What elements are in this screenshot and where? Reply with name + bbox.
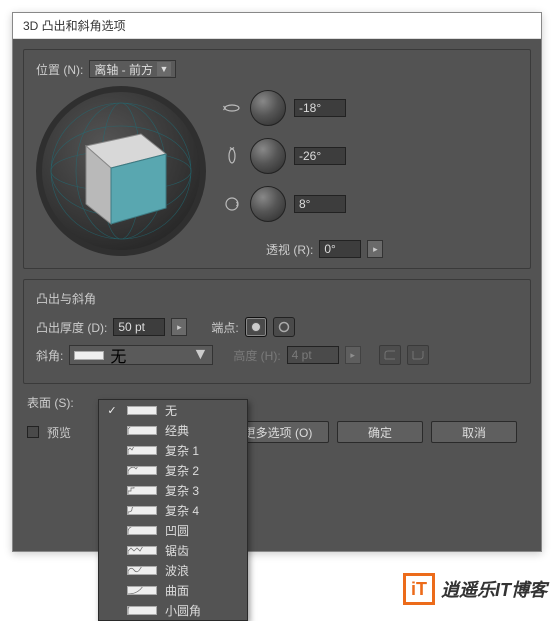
preview-label: 预览 [47,424,71,441]
cube-preview-icon [46,96,196,246]
bevel-option[interactable]: ✓无 [99,400,247,420]
bevel-in-button [379,345,401,365]
position-select[interactable]: 离轴 - 前方 ▼ [89,60,176,78]
rotate-x-value[interactable]: -18° [294,99,346,117]
bevel-option[interactable]: 锯齿 [99,540,247,560]
bevel-option[interactable]: 复杂 3 [99,480,247,500]
bevel-label: 斜角: [36,347,63,364]
bevel-shape-icon [127,506,157,515]
bevel-option-label: 复杂 3 [165,482,199,499]
bevel-shape-icon [127,546,157,555]
bevel-option-label: 复杂 1 [165,442,199,459]
bevel-option-label: 凹圆 [165,522,189,539]
cap-off-button[interactable] [273,317,295,337]
bevel-option-label: 锯齿 [165,542,189,559]
bevel-shape-icon [127,406,157,415]
bevel-option-label: 复杂 4 [165,502,199,519]
depth-label: 凸出厚度 (D): [36,319,107,336]
rotate-y-value[interactable]: -26° [294,147,346,165]
bevel-shape-icon [127,566,157,575]
height-input: 4 pt [287,346,339,364]
rotate-y-dial[interactable] [250,138,286,174]
bevel-option[interactable]: 复杂 4 [99,500,247,520]
bevel-out-button [407,345,429,365]
perspective-value[interactable]: 0° [319,240,361,258]
bevel-shape-icon [127,446,157,455]
cap-on-button[interactable] [245,317,267,337]
chevron-down-icon: ▼ [193,346,209,364]
rotation-trackball[interactable] [36,86,206,256]
watermark-text: 逍遥乐IT博客 [441,576,547,602]
extrude-panel: 凸出与斜角 凸出厚度 (D): 50 pt ▸ 端点: 斜角: 无 [23,279,531,384]
rotate-z-value[interactable]: 8° [294,195,346,213]
bevel-dropdown[interactable]: ✓无经典复杂 1复杂 2复杂 3复杂 4凹圆锯齿波浪曲面小圆角 [98,399,248,621]
position-label: 位置 (N): [36,61,83,78]
rotate-x-dial[interactable] [250,90,286,126]
bevel-shape-icon [127,466,157,475]
extrude-title: 凸出与斜角 [36,290,518,307]
watermark-logo-icon: iT [403,573,435,605]
bevel-shape-icon [127,526,157,535]
bevel-option[interactable]: 小圆角 [99,600,247,620]
surface-label: 表面 (S): [27,394,74,411]
dialog-window: 3D 凸出和斜角选项 位置 (N): 离轴 - 前方 ▼ [12,12,542,552]
position-value: 离轴 - 前方 [94,61,153,78]
watermark: iT 逍遥乐IT博客 [403,573,547,605]
bevel-option-label: 复杂 2 [165,462,199,479]
bevel-option-label: 波浪 [165,562,189,579]
depth-input[interactable]: 50 pt [113,318,165,336]
rotation-knobs: -18° -26° [222,86,383,258]
titlebar: 3D 凸出和斜角选项 [13,13,541,39]
perspective-step-button[interactable]: ▸ [367,240,383,258]
bevel-option[interactable]: 复杂 2 [99,460,247,480]
rotate-y-icon [222,146,242,166]
bevel-option[interactable]: 凹圆 [99,520,247,540]
rotate-z-dial[interactable] [250,186,286,222]
bevel-shape-icon [127,486,157,495]
bevel-shape-icon [127,606,157,615]
dialog-title: 3D 凸出和斜角选项 [23,19,126,33]
bevel-option-label: 无 [165,402,177,419]
cap-solid-icon [249,321,263,333]
perspective-label: 透视 (R): [266,241,313,258]
check-icon: ✓ [105,404,119,417]
height-step-button: ▸ [345,346,361,364]
rotate-z-icon [222,194,242,214]
ok-button[interactable]: 确定 [337,421,423,443]
dialog-body: 位置 (N): 离轴 - 前方 ▼ [13,39,541,551]
cap-hollow-icon [277,321,291,333]
bevel-option-label: 经典 [165,422,189,439]
chevron-down-icon: ▼ [157,62,171,76]
cap-label: 端点: [211,319,238,336]
depth-step-button[interactable]: ▸ [171,318,187,336]
height-label: 高度 (H): [233,347,280,364]
cancel-button[interactable]: 取消 [431,421,517,443]
bevel-shape-icon [127,586,157,595]
bevel-option-label: 小圆角 [165,602,201,619]
position-panel: 位置 (N): 离轴 - 前方 ▼ [23,49,531,269]
rotate-x-icon [222,98,242,118]
bevel-option-label: 曲面 [165,582,189,599]
preview-checkbox[interactable] [27,426,39,438]
bevel-option[interactable]: 波浪 [99,560,247,580]
bevel-shape-icon [127,426,157,435]
bevel-swatch-icon [74,351,104,360]
bevel-option[interactable]: 经典 [99,420,247,440]
bevel-option[interactable]: 曲面 [99,580,247,600]
bevel-option[interactable]: 复杂 1 [99,440,247,460]
bevel-select[interactable]: 无 ▼ [69,345,213,365]
bevel-value: 无 [110,343,126,367]
